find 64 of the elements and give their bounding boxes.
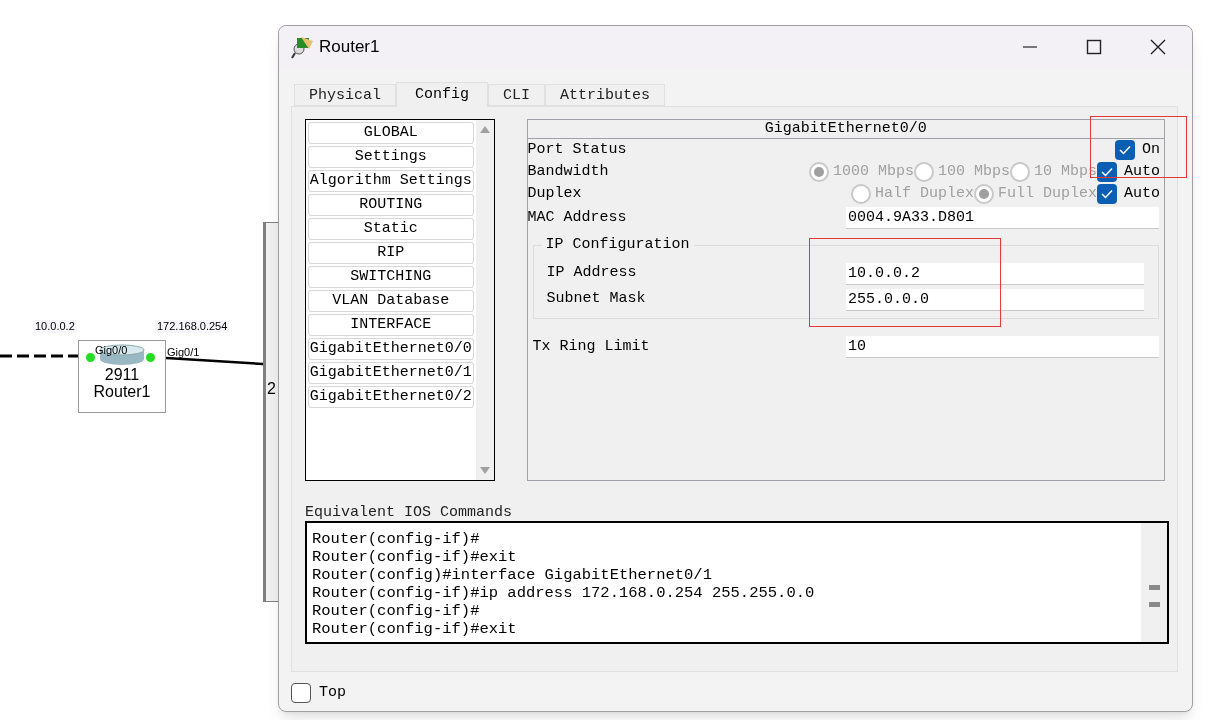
checkbox-label: Auto <box>1124 183 1160 204</box>
sidebar-item[interactable]: Algorithm Settings <box>308 170 474 192</box>
sidebar-item[interactable]: SWITCHING <box>308 266 474 288</box>
ip-address-label: 10.0.0.2 <box>33 320 77 333</box>
checkbox[interactable] <box>291 683 311 704</box>
ip-address-label: 172.168.0.254 <box>155 320 230 333</box>
group-title: IP Configuration <box>541 236 694 254</box>
scroll-thumb-grip[interactable] <box>1148 585 1160 590</box>
command-line: Router(config-if)#ip address 172.168.0.254 255.255.0.0 <box>312 584 816 602</box>
sidebar-item[interactable]: GLOBAL <box>308 122 474 144</box>
field-label: Bandwidth <box>527 161 609 182</box>
sidebar-item[interactable]: GigabitEthernet0/1 <box>308 362 474 384</box>
scroll-up-icon[interactable] <box>479 126 490 133</box>
device-name: Router1 <box>93 383 151 401</box>
text-field[interactable]: 10 <box>846 336 1159 358</box>
checkbox-label: Auto <box>1124 161 1160 182</box>
checkbox-label: Top <box>319 683 346 703</box>
window-title: Router1 <box>319 36 380 59</box>
tab[interactable]: Physical <box>294 84 396 106</box>
checkbox-label: On <box>1142 139 1160 160</box>
sidebar-item[interactable]: GigabitEthernet0/0 <box>308 338 474 360</box>
radio-label: Half Duplex <box>874 183 974 204</box>
text-field[interactable]: 0004.9A33.D801 <box>846 207 1159 229</box>
command-line: Router(config-if)# <box>312 602 481 620</box>
field-label: MAC Address <box>527 207 627 228</box>
tab[interactable]: CLI <box>488 84 546 106</box>
checkbox[interactable] <box>1115 140 1135 160</box>
checkmark-icon <box>1119 145 1131 155</box>
radio-label: Full Duplex <box>997 183 1097 204</box>
radio-label: 1000 Mbps <box>832 161 914 182</box>
section-title: Equivalent IOS Commands <box>305 504 514 521</box>
field-label: Subnet Mask <box>546 289 646 310</box>
scroll-thumb-grip[interactable] <box>1148 602 1160 607</box>
field-label: Port Status <box>527 139 627 160</box>
sidebar-item[interactable]: Static <box>308 218 474 240</box>
checkmark-icon <box>1101 167 1113 177</box>
field-label: IP Address <box>546 263 637 284</box>
scroll-down-icon[interactable] <box>479 467 490 474</box>
sidebar-item[interactable]: GigabitEthernet0/2 <box>308 386 474 408</box>
text-field[interactable]: 10.0.0.2 <box>846 262 1144 285</box>
sidebar-item[interactable]: ROUTING <box>308 194 474 216</box>
partial-label: 2 <box>267 379 276 399</box>
router-magnifier-icon <box>291 35 315 59</box>
sidebar-item[interactable]: Settings <box>308 146 474 168</box>
field-label: Duplex <box>527 183 582 204</box>
tab[interactable]: Attributes <box>545 84 666 106</box>
device-model: 2911 <box>104 366 140 383</box>
text-field[interactable]: 255.0.0.0 <box>846 288 1144 311</box>
port-label: Gig0/1 <box>167 346 200 358</box>
command-line: Router(config-if)# <box>312 530 481 548</box>
maximize-icon[interactable] <box>1086 39 1102 55</box>
sidebar-item[interactable]: INTERFACE <box>308 314 474 336</box>
checkmark-icon <box>1101 189 1113 199</box>
sidebar-item[interactable]: RIP <box>308 242 474 264</box>
radio-label: 100 Mbps <box>937 161 1010 182</box>
port-label: Gig0/0 <box>95 344 128 356</box>
tab[interactable]: Config <box>396 82 489 107</box>
close-icon[interactable] <box>1150 39 1166 55</box>
command-line: Router(config-if)#exit <box>312 620 518 638</box>
field-label: Tx Ring Limit <box>532 336 650 357</box>
sidebar-item[interactable]: VLAN Database <box>308 290 474 312</box>
panel-title: GigabitEthernet0/0 <box>527 120 1164 139</box>
command-line: Router(config)#interface GigabitEthernet0/1 <box>312 566 713 584</box>
command-line: Router(config-if)#exit <box>312 548 518 566</box>
